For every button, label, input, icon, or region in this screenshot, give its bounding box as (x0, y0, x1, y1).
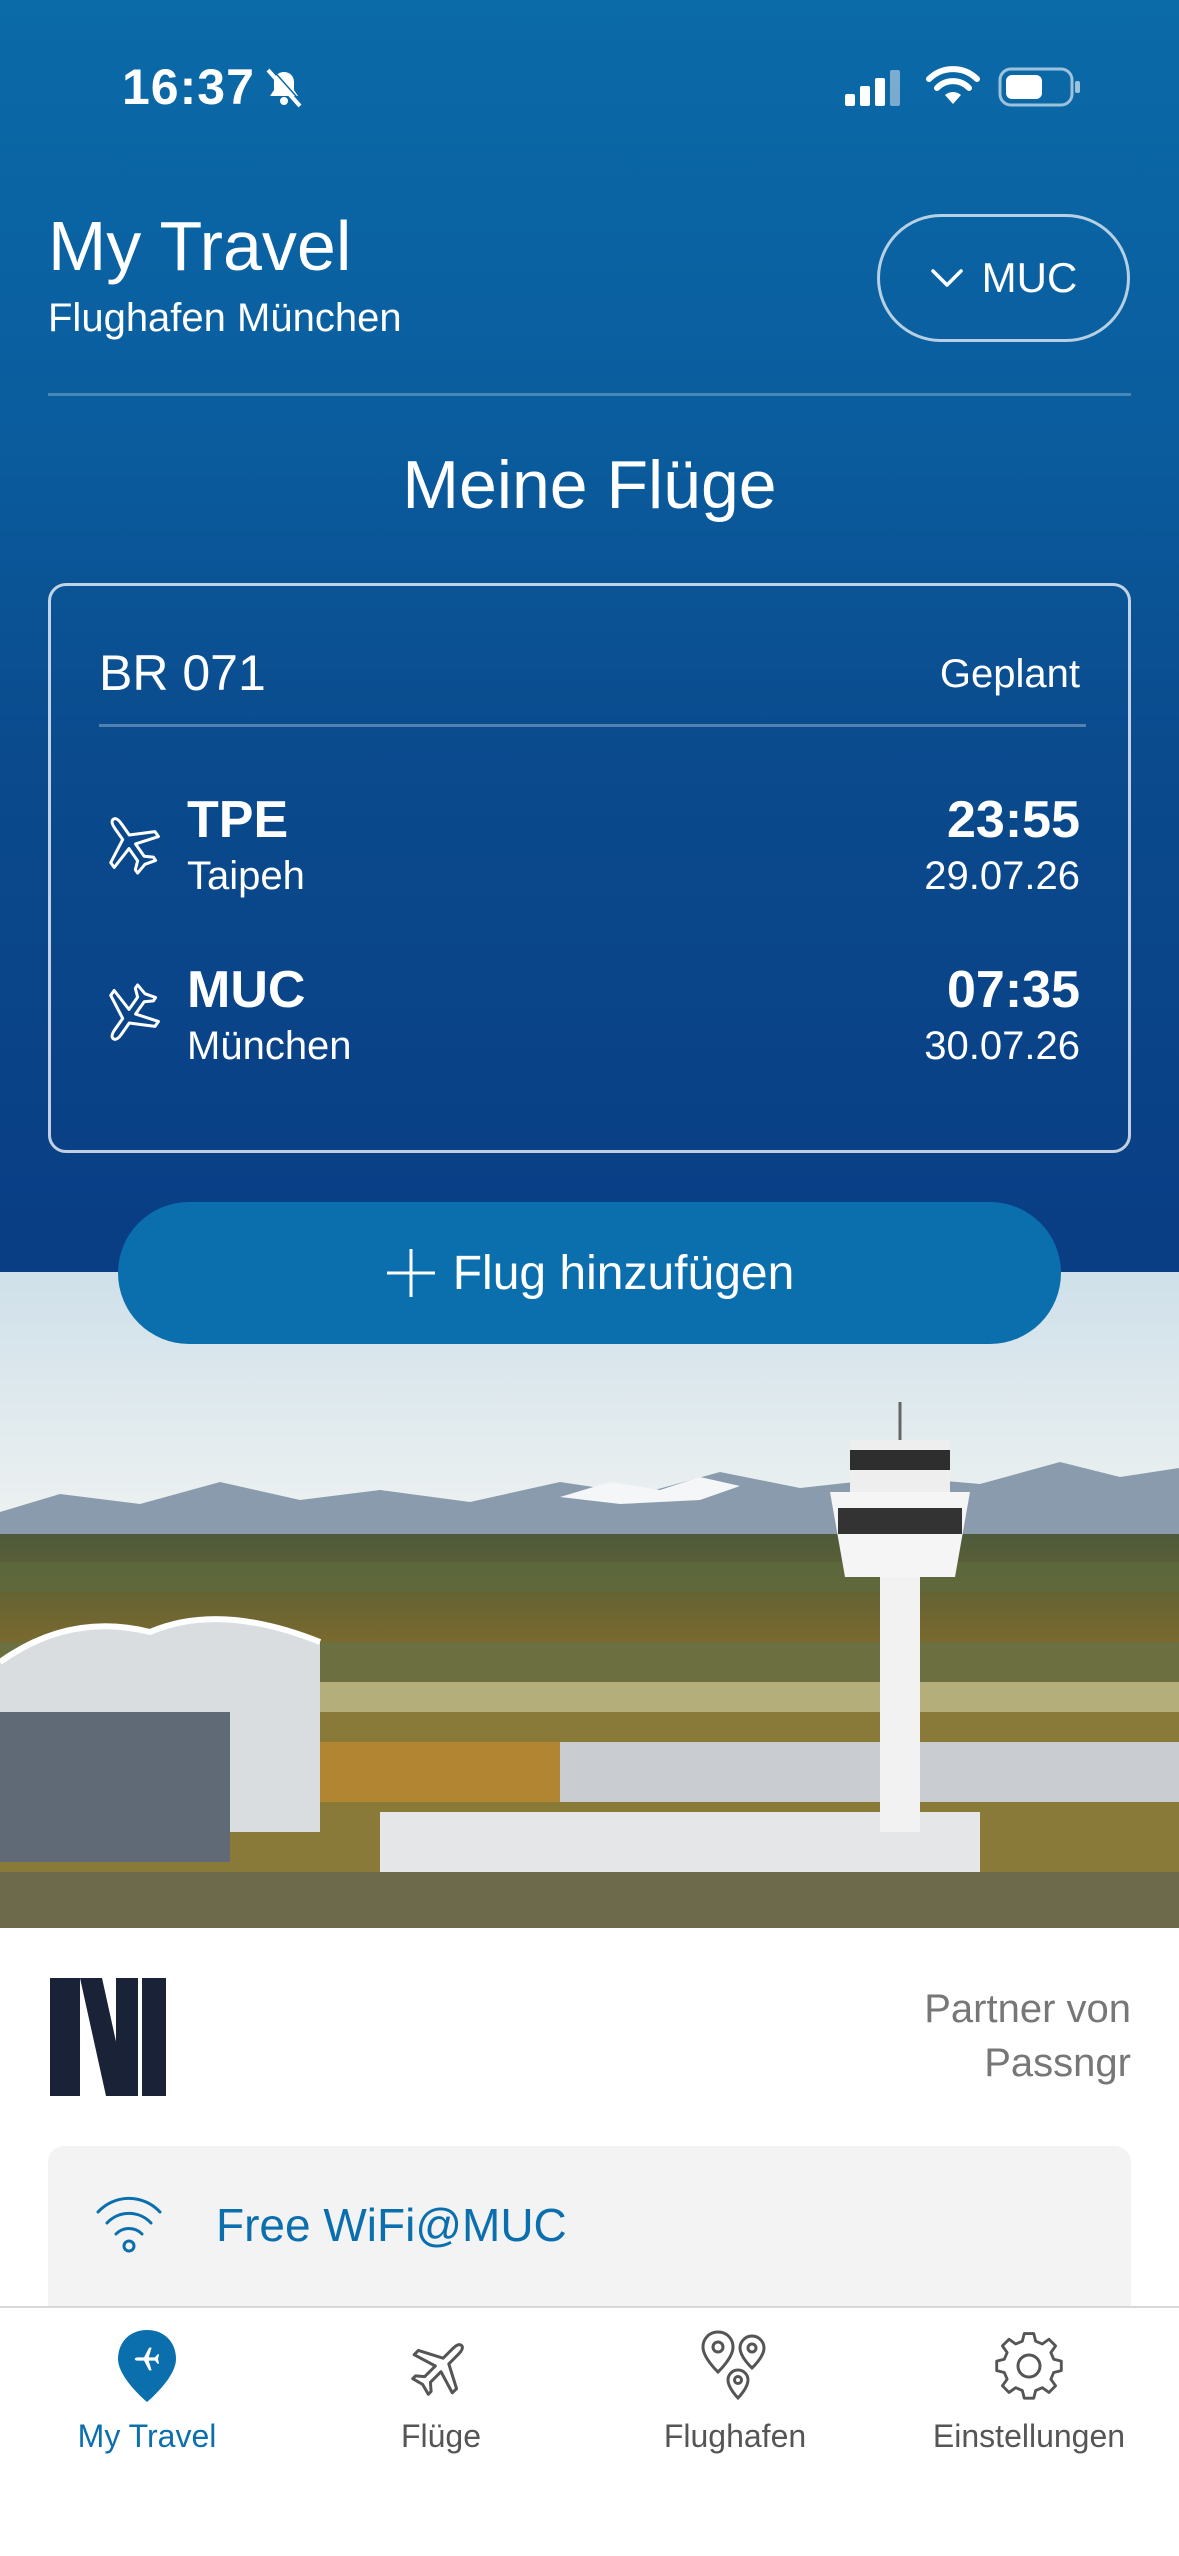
tab-label-fluege: Flüge (400, 2418, 482, 2454)
departure-code: TPE (187, 791, 289, 849)
tab-label-flughafen: Flughafen (663, 2418, 807, 2454)
departure-date: 29.07.26 (924, 854, 1080, 898)
tab-bar: My Travel Flüge Flughafen Einstellungen (0, 2306, 1179, 2556)
airport-subtitle: Flughafen München (48, 296, 402, 340)
flight-card[interactable]: BR 071 Geplant TPE Taipeh 23:55 29.07.26… (48, 583, 1131, 1153)
battery-icon (998, 67, 1080, 107)
tab-flughafen[interactable]: Flughafen (588, 2328, 882, 2455)
tab-label-einstellungen: Einstellungen (932, 2418, 1126, 2454)
location-plane-icon (118, 2330, 176, 2402)
munich-airport-logo (50, 1978, 166, 2096)
plus-icon (386, 1249, 435, 1297)
add-flight-label: Flug hinzufügen (452, 1246, 795, 1300)
add-flight-button[interactable]: Flug hinzufügen (118, 1202, 1061, 1344)
plane-icon (411, 2343, 464, 2396)
partner-text: Partner von Passngr (924, 1982, 1131, 2090)
partner-line-2: Passngr (984, 2041, 1131, 2085)
airport-selector-label: MUC (981, 254, 1078, 301)
gear-icon (995, 2332, 1063, 2400)
page: 16:37 My Travel Flughafen München MUC Me… (0, 0, 1179, 2556)
section-title: Meine Flüge (402, 447, 777, 523)
departure-time: 23:55 (947, 791, 1080, 849)
arrival-code: MUC (187, 961, 306, 1019)
tab-fluege[interactable]: Flüge (294, 2328, 588, 2455)
tab-label-my-travel: My Travel (77, 2418, 217, 2454)
map-pins-icon (701, 2330, 766, 2401)
status-time: 16:37 (122, 59, 255, 115)
departure-plane-icon (109, 817, 160, 875)
airport-photo (0, 1272, 1179, 1928)
flight-number: BR 071 (99, 645, 266, 701)
arrival-city: München (187, 1024, 352, 1068)
bell-muted-icon (266, 67, 304, 108)
cellular-signal-icon (845, 70, 900, 106)
header-divider (48, 393, 1131, 396)
wifi-card[interactable]: Free WiFi@MUC (48, 2146, 1131, 2306)
partner-line-1: Partner von (924, 1987, 1131, 2031)
tab-my-travel[interactable]: My Travel (0, 2328, 294, 2455)
airport-selector-button[interactable]: MUC (877, 214, 1130, 342)
chevron-down-icon (930, 269, 963, 287)
wifi-status-icon (926, 66, 980, 104)
arrival-time: 07:35 (947, 961, 1080, 1019)
tab-einstellungen[interactable]: Einstellungen (882, 2328, 1176, 2455)
departure-city: Taipeh (187, 854, 305, 898)
card-divider (99, 724, 1086, 727)
flight-status: Geplant (939, 652, 1080, 696)
app-title: My Travel (48, 207, 352, 285)
wifi-icon (96, 2196, 162, 2253)
wifi-label: Free WiFi@MUC (216, 2199, 567, 2251)
arrival-plane-icon (109, 983, 160, 1041)
arrival-date: 30.07.26 (924, 1024, 1080, 1068)
